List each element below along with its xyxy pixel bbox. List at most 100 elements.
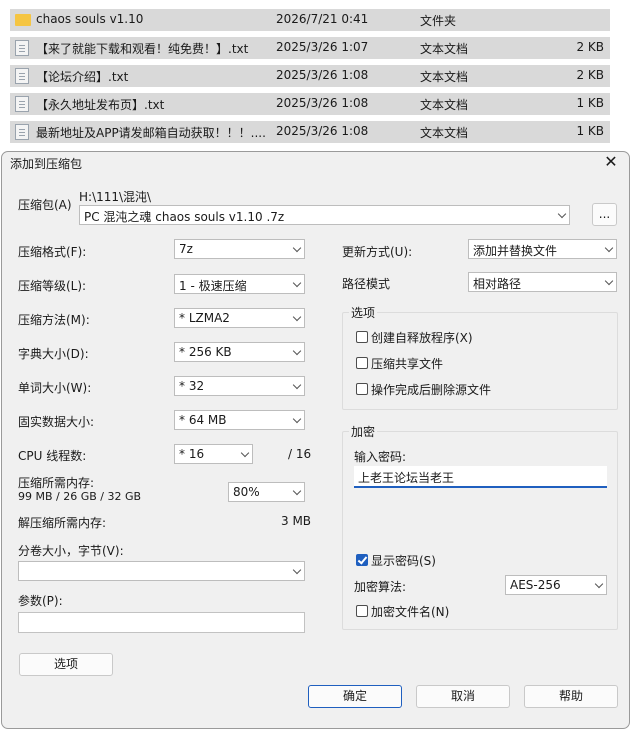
show-password-checkbox[interactable] xyxy=(356,554,368,566)
decomp-value: 3 MB xyxy=(281,514,312,528)
file-date: 2025/3/26 1:07 xyxy=(276,40,369,54)
chevron-down-icon xyxy=(292,414,302,424)
password-input[interactable]: 上老王论坛当老王 xyxy=(354,466,607,488)
file-row[interactable]: 【论坛介绍】.txt 2025/3/26 1:08 文本文档 2 KB xyxy=(10,65,610,87)
encrypt-names-checkbox[interactable] xyxy=(356,605,368,617)
mem-percent-value: 80% xyxy=(233,485,260,499)
enc-method-value: AES-256 xyxy=(510,578,561,592)
chevron-down-icon xyxy=(292,346,302,356)
file-date: 2026/7/21 0:41 xyxy=(276,12,369,26)
cpu-value: * 16 xyxy=(179,447,205,461)
pathmode-label: 路径模式 xyxy=(342,277,391,291)
update-select[interactable]: 添加并替换文件 xyxy=(468,239,617,259)
sfx-label: 创建自释放程序(X) xyxy=(371,331,473,345)
delete-source-label: 操作完成后删除源文件 xyxy=(371,383,492,397)
params-label: 参数(P): xyxy=(18,594,63,608)
close-icon[interactable]: ✕ xyxy=(601,152,621,171)
chevron-down-icon xyxy=(292,278,302,288)
cpu-total: / 16 xyxy=(288,447,312,461)
word-label: 单词大小(W): xyxy=(18,381,92,395)
cpu-select[interactable]: * 16 xyxy=(174,444,253,464)
password-value: 上老王论坛当老王 xyxy=(358,471,455,485)
chevron-down-icon xyxy=(604,243,614,253)
file-name: 【永久地址发布页】.txt xyxy=(36,98,165,112)
update-value: 添加并替换文件 xyxy=(473,244,558,258)
ok-button[interactable]: 确定 xyxy=(308,685,402,708)
dialog-title: 添加到压缩包 xyxy=(10,157,83,171)
text-file-icon xyxy=(15,68,29,84)
file-type: 文本文档 xyxy=(420,126,469,140)
update-label: 更新方式(U): xyxy=(342,245,413,259)
archive-label: 压缩包(A) xyxy=(18,198,72,212)
shared-checkbox[interactable] xyxy=(356,357,368,369)
pathmode-select[interactable]: 相对路径 xyxy=(468,272,617,292)
enc-method-label: 加密算法: xyxy=(354,580,407,594)
volume-label: 分卷大小，字节(V): xyxy=(18,544,124,558)
chevron-down-icon xyxy=(292,486,302,496)
file-type: 文本文档 xyxy=(420,98,469,112)
chevron-down-icon xyxy=(292,380,302,390)
text-file-icon xyxy=(15,96,29,112)
mem-percent-select[interactable]: 80% xyxy=(228,482,305,502)
archive-name-combo[interactable]: PC 混沌之魂 chaos souls v1.10 .7z xyxy=(79,205,570,225)
help-button[interactable]: 帮助 xyxy=(524,685,618,708)
format-select[interactable]: 7z xyxy=(174,239,305,259)
file-type: 文本文档 xyxy=(420,42,469,56)
password-label: 输入密码: xyxy=(354,450,407,464)
chevron-down-icon xyxy=(557,209,567,219)
delete-source-checkbox[interactable] xyxy=(356,383,368,395)
word-select[interactable]: * 32 xyxy=(174,376,305,396)
encryption-group: 加密 输入密码: 上老王论坛当老王 显示密码(S) 加密算法: AES-256 … xyxy=(342,423,618,630)
word-value: * 32 xyxy=(179,379,205,393)
level-label: 压缩等级(L): xyxy=(18,279,87,293)
file-date: 2025/3/26 1:08 xyxy=(276,124,369,138)
dict-select[interactable]: * 256 KB xyxy=(174,342,305,362)
chevron-down-icon xyxy=(292,312,302,322)
add-to-archive-dialog: 添加到压缩包 ✕ 压缩包(A) H:\111\混沌\ PC 混沌之魂 chaos… xyxy=(1,151,630,729)
file-row[interactable]: chaos souls v1.10 2026/7/21 0:41 文件夹 xyxy=(10,9,610,31)
shared-label: 压缩共享文件 xyxy=(371,357,444,371)
pathmode-value: 相对路径 xyxy=(473,277,522,291)
enc-method-select[interactable]: AES-256 xyxy=(505,575,607,595)
file-row[interactable]: 最新地址及APP请发邮箱自动获取！！！.... 2025/3/26 1:08 文… xyxy=(10,121,610,143)
format-label: 压缩格式(F): xyxy=(18,245,87,259)
dict-value: * 256 KB xyxy=(179,345,232,359)
file-name: 【来了就能下载和观看！纯免费！】.txt xyxy=(36,42,249,56)
sfx-checkbox[interactable] xyxy=(356,331,368,343)
file-name: 最新地址及APP请发邮箱自动获取！！！.... xyxy=(36,126,266,140)
solid-select[interactable]: * 64 MB xyxy=(174,410,305,430)
cpu-label: CPU 线程数: xyxy=(18,449,87,463)
mem-detail: 99 MB / 26 GB / 32 GB xyxy=(18,490,142,503)
file-row[interactable]: 【来了就能下载和观看！纯免费！】.txt 2025/3/26 1:07 文本文档… xyxy=(10,37,610,59)
encrypt-names-label: 加密文件名(N) xyxy=(371,605,450,619)
archive-name-value: PC 混沌之魂 chaos souls v1.10 .7z xyxy=(84,210,285,224)
file-name: chaos souls v1.10 xyxy=(36,12,144,26)
options-button[interactable]: 选项 xyxy=(19,653,113,676)
dict-label: 字典大小(D): xyxy=(18,347,89,361)
params-input[interactable] xyxy=(18,612,305,633)
solid-label: 固实数据大小: xyxy=(18,415,95,429)
folder-icon xyxy=(15,14,31,26)
text-file-icon xyxy=(15,40,29,56)
chevron-down-icon xyxy=(292,565,302,575)
level-value: 1 - 极速压缩 xyxy=(179,279,247,293)
file-date: 2025/3/26 1:08 xyxy=(276,96,369,110)
file-size: 2 KB xyxy=(576,40,604,54)
volume-select[interactable] xyxy=(18,561,305,581)
file-size: 2 KB xyxy=(576,68,604,82)
chevron-down-icon xyxy=(604,276,614,286)
cancel-button[interactable]: 取消 xyxy=(416,685,510,708)
encryption-group-title: 加密 xyxy=(349,423,378,440)
file-size: 1 KB xyxy=(576,124,604,138)
show-password-label: 显示密码(S) xyxy=(371,554,436,568)
browse-button[interactable]: ... xyxy=(592,203,617,226)
level-select[interactable]: 1 - 极速压缩 xyxy=(174,274,305,294)
chevron-down-icon xyxy=(292,243,302,253)
method-select[interactable]: * LZMA2 xyxy=(174,308,305,328)
file-name: 【论坛介绍】.txt xyxy=(36,70,129,84)
options-group: 选项 创建自释放程序(X) 压缩共享文件 操作完成后删除源文件 xyxy=(342,304,618,410)
options-group-title: 选项 xyxy=(349,304,378,321)
file-row[interactable]: 【永久地址发布页】.txt 2025/3/26 1:08 文本文档 1 KB xyxy=(10,93,610,115)
file-size: 1 KB xyxy=(576,96,604,110)
file-date: 2025/3/26 1:08 xyxy=(276,68,369,82)
